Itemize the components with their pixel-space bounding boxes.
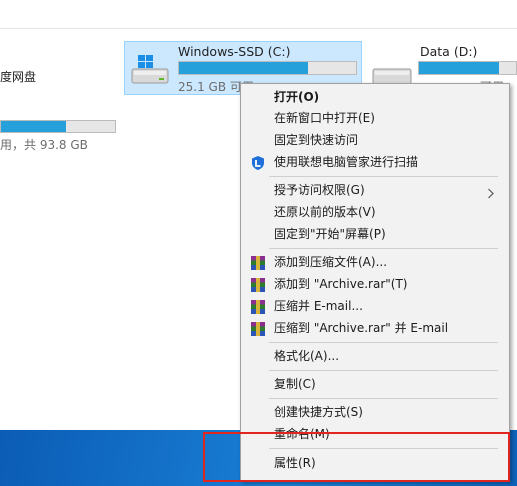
menu-item-pin-quick-access[interactable]: 固定到快速访问	[241, 130, 509, 151]
menu-separator	[269, 342, 498, 343]
drive-c-icon	[130, 53, 170, 87]
lenovo-shield-icon	[250, 155, 266, 171]
winrar-icon	[250, 321, 266, 337]
drive-d-usage-fill	[419, 62, 499, 74]
menu-item-compress-rar-email[interactable]: 压缩到 "Archive.rar" 并 E-mail	[241, 318, 509, 339]
drive-usage-bar-partial	[0, 120, 116, 133]
menu-separator	[269, 398, 498, 399]
menu-separator	[269, 248, 498, 249]
winrar-icon	[250, 299, 266, 315]
drive-c-usage-fill	[179, 62, 309, 74]
menu-item-label: 固定到快速访问	[274, 133, 359, 147]
menu-item-add-to-archive[interactable]: 添加到压缩文件(A)...	[241, 252, 509, 273]
menu-item-compress-email[interactable]: 压缩并 E-mail...	[241, 296, 509, 317]
drive-d-usage-bar	[418, 61, 517, 75]
menu-item-label: 创建快捷方式(S)	[274, 405, 363, 419]
menu-item-create-shortcut[interactable]: 创建快捷方式(S)	[241, 402, 509, 423]
menu-item-label: 格式化(A)...	[274, 349, 340, 363]
menu-item-label: 固定到"开始"屏幕(P)	[274, 227, 386, 241]
menu-item-pin-start[interactable]: 固定到"开始"屏幕(P)	[241, 224, 509, 245]
menu-separator	[269, 370, 498, 371]
menu-item-label: 添加到 "Archive.rar"(T)	[274, 277, 408, 291]
winrar-icon	[250, 277, 266, 293]
header-divider	[0, 28, 517, 29]
menu-item-format[interactable]: 格式化(A)...	[241, 346, 509, 367]
menu-item-open[interactable]: 打开(O)	[241, 87, 509, 108]
drive-d-name[interactable]: Data (D:)	[420, 44, 477, 59]
menu-item-label: 添加到压缩文件(A)...	[274, 255, 388, 269]
menu-item-copy[interactable]: 复制(C)	[241, 374, 509, 395]
menu-item-label: 压缩并 E-mail...	[274, 299, 363, 313]
drive-c-name: Windows-SSD (C:)	[178, 44, 291, 59]
menu-item-label: 复制(C)	[274, 377, 316, 391]
drive-size-partial: 用，共 93.8 GB	[0, 138, 88, 152]
winrar-icon	[250, 255, 266, 271]
highlight-annotation-box	[203, 432, 510, 482]
drive-c-usage-bar	[178, 61, 357, 75]
menu-item-give-access[interactable]: 授予访问权限(G)	[241, 180, 509, 201]
menu-item-label: 打开(O)	[274, 90, 320, 104]
menu-item-label: 授予访问权限(G)	[274, 183, 365, 197]
menu-item-label: 使用联想电脑管家进行扫描	[274, 155, 419, 169]
menu-item-label: 压缩到 "Archive.rar" 并 E-mail	[274, 321, 449, 335]
menu-item-label: 在新窗口中打开(E)	[274, 111, 375, 125]
menu-item-restore-versions[interactable]: 还原以前的版本(V)	[241, 202, 509, 223]
menu-item-label: 还原以前的版本(V)	[274, 205, 376, 219]
drive-usage-fill-partial	[1, 121, 66, 132]
menu-item-open-new-window[interactable]: 在新窗口中打开(E)	[241, 108, 509, 129]
context-menu: 打开(O) 在新窗口中打开(E) 固定到快速访问 使用联想电脑管家进行扫描 授予…	[240, 83, 510, 481]
menu-item-add-to-archive-rar[interactable]: 添加到 "Archive.rar"(T)	[241, 274, 509, 295]
drive-name-partial[interactable]: 度网盘	[0, 68, 36, 85]
menu-item-lenovo-scan[interactable]: 使用联想电脑管家进行扫描	[241, 152, 509, 173]
menu-separator	[269, 176, 498, 177]
